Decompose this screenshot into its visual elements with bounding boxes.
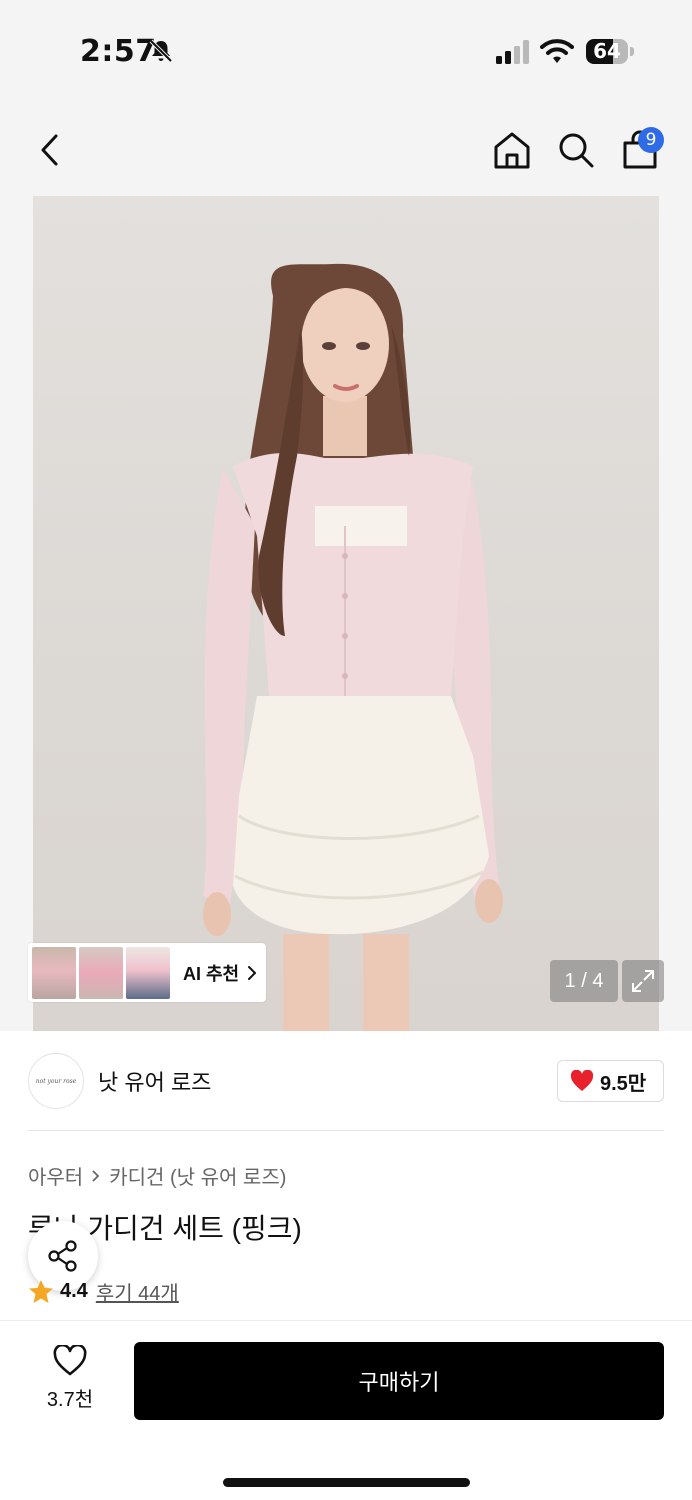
product-info: not your rose 낫 유어 로즈 9.5만 아우터 카디건 (낫 유어… — [0, 1031, 692, 1320]
home-indicator — [223, 1478, 470, 1487]
share-icon — [48, 1240, 77, 1272]
divider — [28, 1130, 664, 1131]
home-button[interactable] — [488, 126, 536, 174]
recommend-thumbnail[interactable] — [126, 946, 170, 999]
image-page-counter: 1 / 4 — [550, 960, 618, 1002]
buy-button[interactable]: 구매하기 — [134, 1342, 664, 1420]
bell-off-icon — [149, 39, 173, 63]
brand-like-button[interactable]: 9.5만 — [557, 1060, 664, 1102]
wishlist-count: 3.7천 — [46, 1389, 94, 1411]
breadcrumb-item[interactable]: 아우터 — [28, 1161, 83, 1190]
recommend-thumbnail[interactable] — [32, 946, 76, 999]
battery-level: 64 — [593, 39, 621, 63]
search-button[interactable] — [552, 126, 600, 174]
rating-value: 4.4 — [60, 1280, 88, 1302]
breadcrumb-item[interactable]: 카디건 (낫 유어 로즈) — [109, 1161, 286, 1190]
chevron-right-icon — [92, 1169, 100, 1182]
rating-row: 4.4 후기 44개 — [28, 1277, 179, 1306]
expand-icon — [632, 970, 654, 992]
star-icon — [29, 1279, 53, 1303]
cart-count-badge: 9 — [638, 127, 664, 153]
chevron-right-icon — [248, 965, 257, 980]
wishlist-button[interactable]: 3.7천 — [28, 1345, 112, 1419]
chevron-left-icon — [41, 134, 58, 166]
fullscreen-button[interactable] — [622, 960, 664, 1002]
recommend-thumbnail[interactable] — [79, 946, 123, 999]
heart-outline-icon — [53, 1345, 87, 1376]
search-icon — [559, 133, 594, 168]
product-photo-illustration — [203, 263, 503, 1031]
home-icon — [494, 132, 530, 169]
status-time: 2:57 — [80, 34, 157, 69]
top-nav — [0, 110, 692, 190]
signal-icon — [496, 40, 529, 64]
brand-name[interactable]: 낫 유어 로즈 — [98, 1065, 211, 1097]
wifi-icon — [540, 39, 574, 63]
back-button[interactable] — [26, 126, 74, 174]
brand-logo-text: not your rose — [35, 1077, 77, 1085]
review-count-link[interactable]: 후기 44개 — [96, 1277, 179, 1306]
heart-filled-icon — [570, 1070, 594, 1091]
bottom-action-bar: 3.7천 구매하기 — [0, 1320, 692, 1500]
brand-logo[interactable]: not your rose — [28, 1053, 84, 1109]
brand-like-count: 9.5만 — [600, 1072, 647, 1095]
status-bar: 2:57 64 — [0, 0, 692, 100]
breadcrumb: 아우터 카디건 (낫 유어 로즈) — [28, 1161, 286, 1190]
battery-icon: 64 — [586, 39, 634, 64]
product-image[interactable] — [33, 196, 659, 1031]
ai-recommend-card[interactable]: AI 추천 — [28, 943, 266, 1002]
ai-recommend-label: AI 추천 — [183, 963, 240, 984]
